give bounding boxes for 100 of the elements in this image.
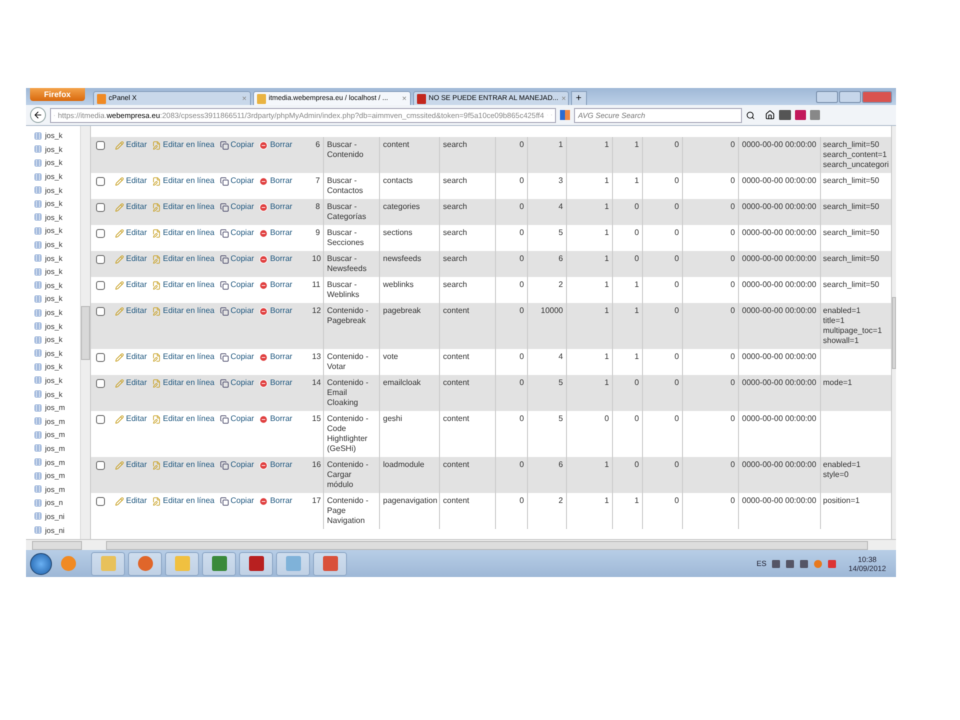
row-action-link[interactable]: Editar: [115, 140, 147, 150]
table-cell-text: 6: [314, 139, 321, 151]
table-cell-text: 17: [311, 495, 322, 507]
row-checkbox[interactable]: [96, 203, 105, 212]
row-action-link[interactable]: Copiar: [220, 378, 254, 388]
row-action-link[interactable]: Copiar: [220, 280, 254, 290]
row-action-link[interactable]: Editar: [115, 460, 147, 470]
minimize-button[interactable]: [816, 90, 838, 102]
copy-icon: [220, 414, 228, 424]
scrollbar-thumb[interactable]: [81, 306, 90, 360]
row-action-link[interactable]: Copiar: [220, 254, 254, 264]
row-action-link[interactable]: Borrar: [259, 306, 292, 316]
row-action-link[interactable]: Editar en línea: [152, 254, 214, 264]
params-text: search_limit=50: [823, 176, 880, 186]
table-cell: pagenavigation: [379, 493, 439, 529]
row-action-link[interactable]: Borrar: [259, 378, 292, 388]
row-action-link[interactable]: Borrar: [259, 202, 292, 212]
close-button[interactable]: [862, 90, 892, 102]
app-icon: [322, 556, 338, 571]
row-action-link[interactable]: Borrar: [259, 176, 292, 186]
scrollbar-thumb[interactable]: [892, 296, 896, 368]
row-action-link[interactable]: Copiar: [220, 460, 254, 470]
table-icon: [34, 444, 42, 452]
row-action-link[interactable]: Editar en línea: [152, 202, 214, 212]
params-text: search_limit=50: [823, 228, 880, 238]
row-action-link[interactable]: Editar: [115, 176, 147, 186]
table-cell-text: 16: [311, 459, 322, 471]
row-checkbox[interactable]: [96, 307, 105, 316]
row-action-link[interactable]: Editar: [115, 414, 147, 424]
table-icon: [34, 281, 42, 290]
row-action-link[interactable]: Editar: [115, 378, 147, 388]
row-checkbox[interactable]: [96, 255, 105, 264]
row-action-link[interactable]: Copiar: [220, 496, 254, 506]
row-action-link[interactable]: Borrar: [259, 352, 292, 362]
taskbar-app-button[interactable]: [202, 552, 236, 576]
scrollbar-thumb[interactable]: [106, 540, 868, 550]
alert-icon[interactable]: [814, 560, 822, 568]
row-action-link[interactable]: Borrar: [259, 228, 292, 238]
row-checkbox[interactable]: [96, 415, 105, 424]
table-icon: [34, 404, 42, 412]
row-checkbox[interactable]: [96, 141, 105, 150]
row-action-link[interactable]: Editar en línea: [152, 176, 214, 186]
row-checkbox[interactable]: [96, 281, 105, 290]
row-action-link[interactable]: Editar: [115, 228, 147, 238]
row-action-link[interactable]: Copiar: [220, 140, 254, 150]
row-action-link[interactable]: Borrar: [259, 280, 292, 290]
home-icon[interactable]: [765, 110, 775, 120]
row-action-link[interactable]: Editar en línea: [152, 306, 214, 316]
row-checkbox[interactable]: [96, 497, 105, 506]
row-checkbox[interactable]: [96, 353, 105, 362]
row-action-link[interactable]: Editar en línea: [152, 140, 214, 150]
row-checkbox[interactable]: [96, 229, 105, 238]
row-action-link[interactable]: Copiar: [220, 414, 254, 424]
row-action-link[interactable]: Borrar: [259, 414, 292, 424]
table-cell-text: 11: [311, 279, 322, 291]
table-icon: [34, 498, 42, 507]
taskbar-app-button[interactable]: [239, 552, 273, 576]
app-icon: [212, 556, 226, 571]
row-action-link[interactable]: Editar: [115, 254, 147, 264]
table-cell: content: [439, 493, 495, 529]
row-action-link[interactable]: Copiar: [220, 202, 254, 212]
row-action-link[interactable]: Copiar: [220, 352, 254, 362]
back-button[interactable]: [30, 107, 46, 123]
row-action-link[interactable]: Editar en línea: [152, 414, 214, 424]
row-action-link[interactable]: Copiar: [220, 176, 254, 186]
row-checkbox[interactable]: [96, 461, 105, 470]
row-action-link[interactable]: Editar en línea: [152, 228, 214, 238]
row-action-link[interactable]: Editar en línea: [152, 280, 214, 290]
tray-icon[interactable]: [772, 560, 780, 568]
start-button[interactable]: [30, 552, 52, 574]
row-action-link[interactable]: Copiar: [220, 228, 254, 238]
row-checkbox[interactable]: [96, 177, 105, 186]
row-action-link[interactable]: Borrar: [259, 140, 292, 150]
row-action-link[interactable]: Editar: [115, 352, 147, 362]
row-action-link[interactable]: Editar en línea: [152, 378, 214, 388]
pencil-icon: [115, 228, 124, 238]
row-action-link[interactable]: Editar: [115, 202, 147, 212]
row-action-link[interactable]: Editar: [115, 306, 147, 316]
row-action-link[interactable]: Borrar: [259, 254, 292, 264]
maximize-button[interactable]: [839, 90, 861, 102]
row-action-link[interactable]: Editar: [115, 496, 147, 506]
row-action-link[interactable]: Editar en línea: [152, 460, 214, 470]
new-tab-button[interactable]: +: [570, 91, 587, 105]
search-icon[interactable]: [746, 110, 755, 120]
params-text: position=1: [823, 496, 861, 506]
row-checkbox[interactable]: [96, 379, 105, 388]
row-action-link[interactable]: Editar en línea: [152, 496, 214, 506]
search-engine-icon[interactable]: [560, 110, 570, 120]
row-action-link[interactable]: Copiar: [220, 306, 254, 316]
table-icon: [34, 472, 42, 480]
taskbar-app-button[interactable]: [128, 552, 162, 576]
pencil-icon: [115, 378, 124, 388]
row-action-link[interactable]: Editar: [115, 280, 147, 290]
tab-favicon-icon: [416, 94, 426, 104]
scrollbar-thumb[interactable]: [32, 540, 82, 550]
table-icon: [34, 512, 42, 520]
row-action-link[interactable]: Borrar: [259, 460, 292, 470]
taskbar-app-button[interactable]: [313, 552, 347, 576]
row-action-link[interactable]: Editar en línea: [152, 352, 214, 362]
row-action-link[interactable]: Borrar: [259, 496, 292, 506]
